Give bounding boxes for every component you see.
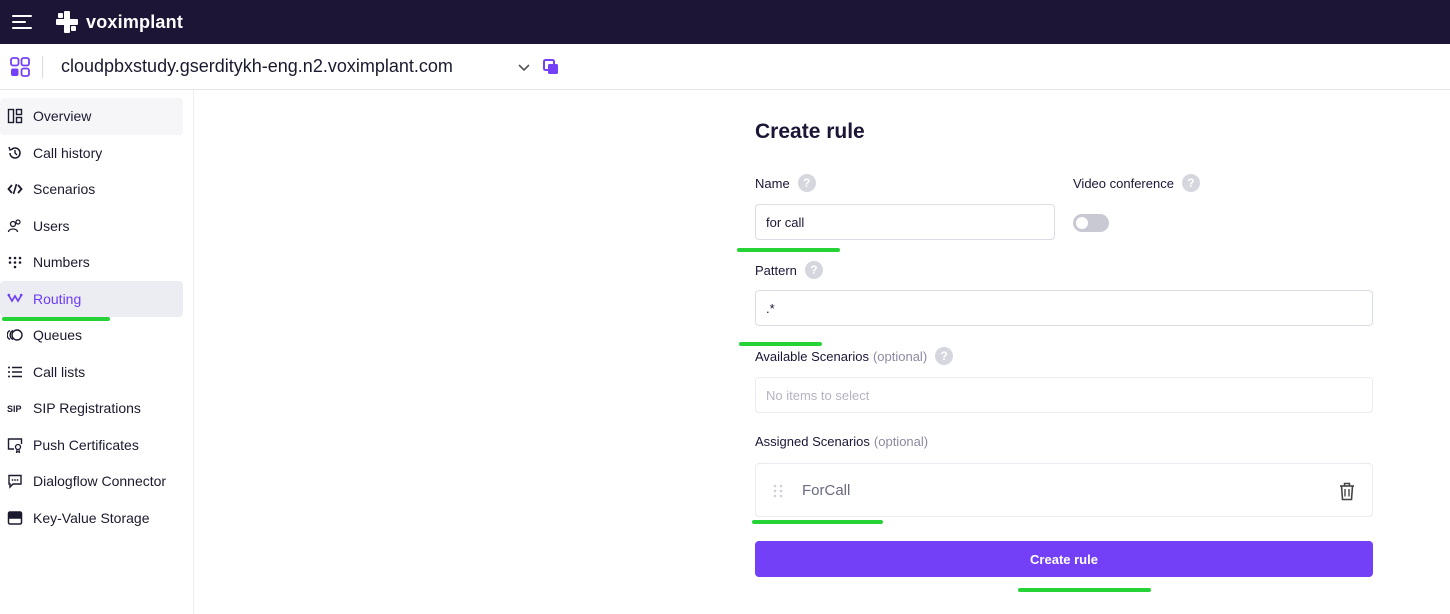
storage-icon bbox=[7, 511, 23, 525]
optional-hint: (optional) bbox=[873, 434, 929, 449]
dialpad-icon bbox=[8, 256, 22, 269]
certificate-icon bbox=[7, 438, 23, 453]
help-icon[interactable]: ? bbox=[935, 347, 954, 365]
name-input[interactable]: for call bbox=[755, 204, 1055, 240]
assigned-scenario-name: ForCall bbox=[802, 482, 851, 499]
create-rule-button[interactable]: Create rule bbox=[755, 541, 1373, 577]
sidebar-item-routing[interactable]: Routing bbox=[0, 280, 183, 317]
sidebar-item-dialogflow-connector[interactable]: Dialogflow Connector bbox=[0, 463, 183, 500]
assigned-scenario-item: ForCall bbox=[755, 463, 1373, 517]
pattern-input-value: .* bbox=[766, 300, 775, 316]
sidebar-item-label: Users bbox=[33, 217, 70, 234]
sidebar-item-scenarios[interactable]: Scenarios bbox=[0, 171, 183, 208]
voximplant-logo-icon bbox=[56, 11, 78, 33]
sidebar-item-label: Call lists bbox=[33, 363, 86, 380]
sidebar-item-call-lists[interactable]: Call lists bbox=[0, 354, 183, 391]
sidebar-item-sip-registrations[interactable]: SIP SIP Registrations bbox=[0, 390, 183, 427]
list-icon bbox=[8, 366, 22, 378]
queues-icon bbox=[7, 329, 23, 341]
chevron-down-icon[interactable] bbox=[517, 60, 531, 74]
sidebar-item-label: SIP Registrations bbox=[33, 400, 141, 417]
apps-grid-icon[interactable] bbox=[10, 56, 30, 77]
available-scenarios-select[interactable]: No items to select bbox=[755, 377, 1373, 413]
video-conference-label-text: Video conference bbox=[1073, 175, 1174, 191]
sip-icon: SIP bbox=[7, 404, 22, 414]
svg-text:SIP: SIP bbox=[7, 404, 22, 414]
available-scenarios-placeholder: No items to select bbox=[766, 387, 870, 403]
sidebar-item-label: Queues bbox=[33, 327, 83, 344]
sidebar-item-label: Call history bbox=[33, 144, 103, 161]
help-icon[interactable]: ? bbox=[797, 174, 816, 192]
help-icon[interactable]: ? bbox=[1181, 174, 1200, 192]
help-icon[interactable]: ? bbox=[804, 261, 823, 279]
sidebar-item-label: Overview bbox=[33, 108, 92, 125]
sidebar-item-label: Push Certificates bbox=[33, 436, 139, 453]
copy-icon[interactable] bbox=[542, 58, 559, 75]
logo[interactable]: voximplant bbox=[54, 9, 183, 35]
routing-icon bbox=[7, 293, 23, 303]
divider bbox=[42, 55, 43, 78]
application-domain: cloudpbxstudy.gserditykh-eng.n2.voximpla… bbox=[61, 56, 453, 76]
name-highlight-underline bbox=[737, 248, 840, 252]
brand-name: voximplant bbox=[86, 11, 184, 32]
assigned-scenarios-label: Assigned Scenarios (optional) bbox=[755, 434, 928, 449]
create-rule-form: Create rule Name ? Video conference ? fo… bbox=[195, 90, 1450, 614]
drag-handle-icon[interactable] bbox=[772, 483, 784, 499]
name-input-value: for call bbox=[766, 214, 805, 230]
button-highlight-underline bbox=[1018, 588, 1151, 592]
sidebar-item-key-value-storage[interactable]: Key-Value Storage bbox=[0, 500, 183, 537]
sidebar-item-numbers[interactable]: Numbers bbox=[0, 244, 183, 281]
name-label: Name ? bbox=[755, 174, 816, 192]
sidebar-item-push-certificates[interactable]: Push Certificates bbox=[0, 427, 183, 464]
sidebar-item-label: Routing bbox=[33, 290, 82, 307]
routing-highlight-underline bbox=[2, 317, 110, 321]
overview-icon bbox=[7, 109, 23, 124]
sidebar-item-users[interactable]: Users bbox=[0, 208, 183, 245]
video-conference-toggle[interactable] bbox=[1073, 214, 1109, 232]
pattern-label-text: Pattern bbox=[755, 262, 797, 278]
sidebar-item-label: Key-Value Storage bbox=[33, 509, 150, 526]
page-title: Create rule bbox=[755, 120, 865, 143]
assigned-highlight-underline bbox=[752, 520, 883, 524]
name-label-text: Name bbox=[755, 175, 790, 191]
application-bar: cloudpbxstudy.gserditykh-eng.n2.voximpla… bbox=[0, 44, 1450, 90]
available-scenarios-label-text: Available Scenarios bbox=[755, 348, 869, 364]
dialogflow-icon bbox=[8, 475, 22, 489]
sidebar-item-queues[interactable]: Queues bbox=[0, 317, 183, 354]
menu-icon[interactable] bbox=[12, 15, 32, 29]
pattern-input[interactable]: .* bbox=[755, 290, 1373, 326]
code-icon bbox=[7, 184, 23, 195]
sidebar-item-label: Scenarios bbox=[33, 181, 96, 198]
video-conference-label: Video conference ? bbox=[1073, 174, 1200, 192]
sidebar-item-label: Numbers bbox=[33, 254, 90, 271]
pattern-label: Pattern ? bbox=[755, 261, 823, 279]
users-icon bbox=[7, 219, 21, 232]
optional-hint: (optional) bbox=[872, 348, 928, 364]
history-icon bbox=[8, 146, 21, 159]
sidebar-item-label: Dialogflow Connector bbox=[33, 473, 167, 490]
sidebar-item-call-history[interactable]: Call history bbox=[0, 135, 183, 172]
sidebar: Overview Call history Scenarios Users Nu… bbox=[0, 90, 194, 614]
assigned-scenarios-label-text: Assigned Scenarios bbox=[755, 434, 870, 449]
trash-icon[interactable] bbox=[1338, 481, 1356, 501]
available-scenarios-label: Available Scenarios (optional) ? bbox=[755, 347, 954, 365]
sidebar-item-overview[interactable]: Overview bbox=[0, 98, 183, 135]
pattern-highlight-underline bbox=[739, 342, 822, 346]
top-navigation-bar: voximplant bbox=[0, 0, 1450, 44]
